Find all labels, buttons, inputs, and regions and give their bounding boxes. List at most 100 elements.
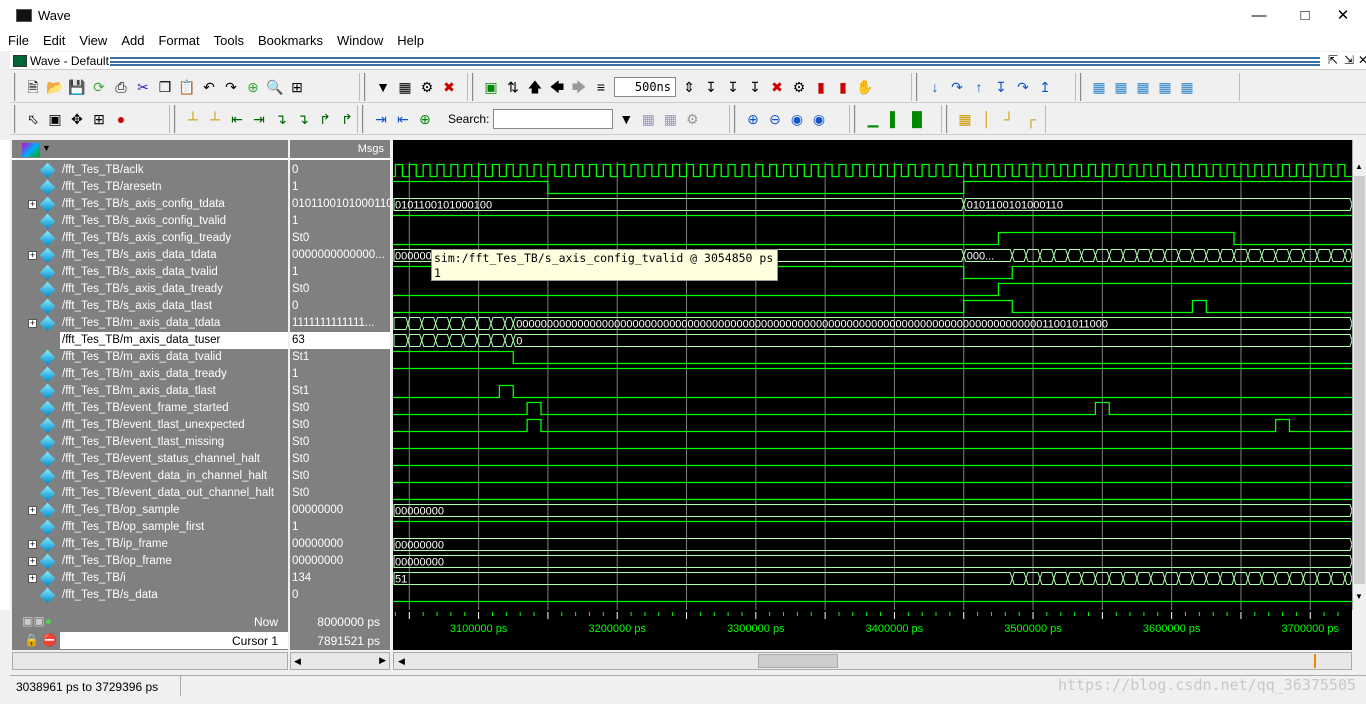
signal-row[interactable]: + /fft_Tes_TB/s_axis_config_tdata bbox=[12, 196, 288, 213]
expand-icon[interactable]: + bbox=[28, 200, 37, 209]
compile-all-icon[interactable]: ▦ bbox=[396, 78, 414, 96]
minimize-button[interactable]: — bbox=[1236, 0, 1282, 31]
signal-row[interactable]: /fft_Tes_TB/op_sample_first bbox=[12, 519, 288, 536]
add-icon[interactable]: ⊕ bbox=[244, 78, 262, 96]
remove-cursor-icon[interactable]: ⛔ bbox=[42, 633, 57, 647]
scroll-left-icon[interactable]: ◀ bbox=[394, 656, 405, 666]
wave-style-3-icon[interactable]: █ bbox=[908, 110, 926, 128]
menu-file[interactable]: File bbox=[0, 31, 35, 48]
collapse-time-icon[interactable]: ⇤ bbox=[394, 110, 412, 128]
next-rising-icon[interactable]: ↱ bbox=[338, 110, 356, 128]
step-out-icon[interactable]: ↑ bbox=[970, 78, 988, 96]
menu-edit[interactable]: Edit bbox=[35, 31, 71, 48]
signal-row[interactable]: /fft_Tes_TB/m_axis_data_tvalid bbox=[12, 349, 288, 366]
delete-cursor-icon[interactable]: ┴ bbox=[206, 110, 224, 128]
wave-style-2-icon[interactable]: ▌ bbox=[886, 110, 904, 128]
select-pointer-icon[interactable]: ⬁ bbox=[24, 110, 42, 128]
layout-5-icon[interactable]: ▦ bbox=[1178, 78, 1196, 96]
step-into-icon[interactable]: ↧ bbox=[992, 78, 1010, 96]
step-over-2-icon[interactable]: ↷ bbox=[1014, 78, 1032, 96]
now-icons[interactable]: ▣▣● bbox=[22, 614, 52, 628]
signal-row[interactable]: /fft_Tes_TB/m_axis_data_tlast bbox=[12, 383, 288, 400]
up-arrow-icon[interactable]: 🡅 bbox=[526, 78, 544, 96]
close-button[interactable]: ✕ bbox=[1320, 0, 1366, 31]
format-1-icon[interactable]: ▦ bbox=[956, 110, 974, 128]
signal-row[interactable]: /fft_Tes_TB/s_axis_data_tlast bbox=[12, 298, 288, 315]
menu-format[interactable]: Format bbox=[150, 31, 205, 48]
compile-icon[interactable]: ▼ bbox=[374, 78, 392, 96]
zoom-mode-icon[interactable]: ▣ bbox=[46, 110, 64, 128]
vertical-scrollbar[interactable]: ▲ ▼ bbox=[1352, 140, 1366, 610]
wave-style-1-icon[interactable]: ▁ bbox=[864, 110, 882, 128]
wave-hscrollbar[interactable]: ◀ bbox=[393, 652, 1352, 670]
signal-row[interactable]: + /fft_Tes_TB/s_axis_data_tdata bbox=[12, 247, 288, 264]
search-dropdown-icon[interactable]: ▼ bbox=[617, 110, 635, 128]
format-4-icon[interactable]: ┌ bbox=[1022, 110, 1040, 128]
layout-4-icon[interactable]: ▦ bbox=[1156, 78, 1174, 96]
prev-falling-icon[interactable]: ↴ bbox=[272, 110, 290, 128]
search-next-icon[interactable]: ▦ bbox=[661, 110, 679, 128]
restart-icon[interactable]: ⚙ bbox=[790, 78, 808, 96]
performance-icon[interactable]: ▮ bbox=[812, 78, 830, 96]
forward-arrow-icon[interactable]: 🡆 bbox=[570, 78, 588, 96]
environment-icon[interactable]: ⇅ bbox=[504, 78, 522, 96]
signal-row[interactable]: + /fft_Tes_TB/op_frame bbox=[12, 553, 288, 570]
expand-icon[interactable]: + bbox=[28, 506, 37, 515]
pan-mode-icon[interactable]: ✥ bbox=[68, 110, 86, 128]
save-icon[interactable]: 💾 bbox=[68, 78, 86, 96]
break-icon[interactable]: ✖ bbox=[440, 78, 458, 96]
run-length-input[interactable]: 500ns bbox=[614, 77, 676, 97]
undo-icon[interactable]: ↶ bbox=[200, 78, 218, 96]
search-prev-icon[interactable]: ▦ bbox=[639, 110, 657, 128]
back-arrow-icon[interactable]: 🡄 bbox=[548, 78, 566, 96]
signal-row[interactable]: /fft_Tes_TB/m_axis_data_tready bbox=[12, 366, 288, 383]
signal-row[interactable]: /fft_Tes_TB/s_data bbox=[12, 587, 288, 604]
wave-scroll-thumb[interactable] bbox=[758, 654, 838, 668]
step-over-icon[interactable]: ↷ bbox=[948, 78, 966, 96]
menu-help[interactable]: Help bbox=[389, 31, 430, 48]
continue-icon[interactable]: ↧ bbox=[724, 78, 742, 96]
signal-row[interactable]: + /fft_Tes_TB/m_axis_data_tdata bbox=[12, 315, 288, 332]
waveform-canvas[interactable]: 0101100101000100010110010100011000000000… bbox=[393, 140, 1353, 610]
simulate-icon[interactable]: ⚙ bbox=[418, 78, 436, 96]
next-falling-icon[interactable]: ↴ bbox=[294, 110, 312, 128]
zoom-full-icon[interactable]: ◉ bbox=[788, 110, 806, 128]
signal-row[interactable]: /fft_Tes_TB/s_axis_data_tready bbox=[12, 281, 288, 298]
redo-icon[interactable]: ↷ bbox=[222, 78, 240, 96]
find-icon[interactable]: 🔍 bbox=[266, 78, 284, 96]
step-icon[interactable]: ↓ bbox=[926, 78, 944, 96]
expand-icon[interactable]: + bbox=[28, 574, 37, 583]
signal-row[interactable]: /fft_Tes_TB/aresetn bbox=[12, 179, 288, 196]
expand-icon[interactable]: + bbox=[28, 251, 37, 260]
signal-row[interactable]: /fft_Tes_TB/s_axis_config_tready bbox=[12, 230, 288, 247]
signal-row[interactable]: /fft_Tes_TB/event_tlast_missing bbox=[12, 434, 288, 451]
run-icon[interactable]: ↧ bbox=[702, 78, 720, 96]
expand-icon[interactable]: + bbox=[28, 319, 37, 328]
signal-row[interactable]: /fft_Tes_TB/aclk bbox=[12, 162, 288, 179]
menu-window[interactable]: Window bbox=[329, 31, 389, 48]
collapse-icon[interactable]: ⊞ bbox=[288, 78, 306, 96]
signal-row[interactable]: /fft_Tes_TB/s_axis_data_tvalid bbox=[12, 264, 288, 281]
link-icon[interactable]: ▣ bbox=[482, 78, 500, 96]
prev-rising-icon[interactable]: ↱ bbox=[316, 110, 334, 128]
layout-3-icon[interactable]: ▦ bbox=[1134, 78, 1152, 96]
next-edge-icon[interactable]: ⇥ bbox=[250, 110, 268, 128]
format-3-icon[interactable]: ┘ bbox=[1000, 110, 1018, 128]
signal-row[interactable]: /fft_Tes_TB/event_status_channel_halt bbox=[12, 451, 288, 468]
expand-icon[interactable]: + bbox=[28, 557, 37, 566]
paste-icon[interactable]: 📋 bbox=[178, 78, 196, 96]
signal-row[interactable]: /fft_Tes_TB/event_frame_started bbox=[12, 400, 288, 417]
signal-row[interactable]: + /fft_Tes_TB/op_sample bbox=[12, 502, 288, 519]
new-icon[interactable]: 🗎 bbox=[24, 78, 42, 96]
signal-row[interactable]: +/fft_Tes_TB/m_axis_data_tuser bbox=[60, 332, 288, 349]
traffic-light-icon[interactable]: ● bbox=[112, 110, 130, 128]
signal-row[interactable]: /fft_Tes_TB/event_tlast_unexpected bbox=[12, 417, 288, 434]
cut-icon[interactable]: ✂ bbox=[134, 78, 152, 96]
scroll-down-icon[interactable]: ▼ bbox=[1355, 592, 1363, 601]
layout-2-icon[interactable]: ▦ bbox=[1112, 78, 1130, 96]
chevron-down-icon[interactable]: ▼ bbox=[42, 143, 51, 153]
scroll-thumb[interactable] bbox=[1354, 176, 1365, 584]
values-hscrollbar[interactable]: ◀ ▶ bbox=[290, 652, 390, 670]
search-input[interactable] bbox=[493, 109, 614, 129]
menu-tools[interactable]: Tools bbox=[206, 31, 250, 48]
